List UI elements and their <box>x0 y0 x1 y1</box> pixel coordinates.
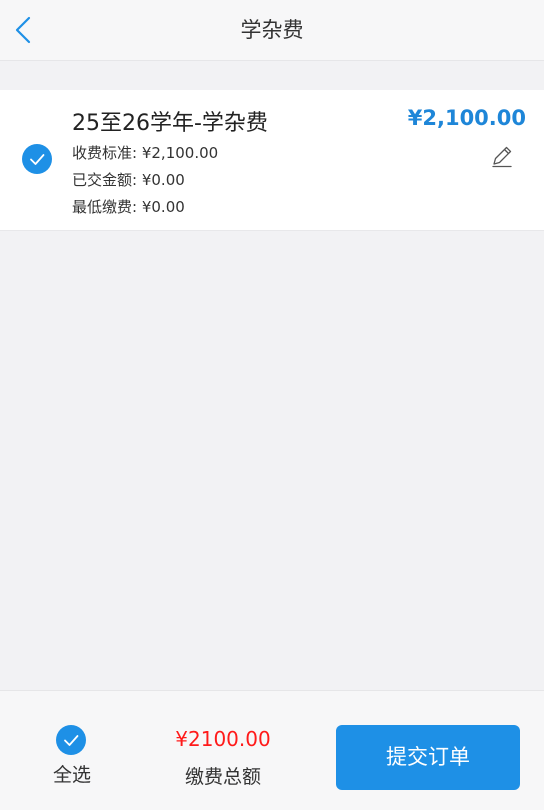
total-amount-label: 缴费总额 <box>184 766 261 788</box>
fee-item-title: 25至26学年-学杂费 <box>72 111 268 136</box>
page-title: 学杂费 <box>240 18 304 42</box>
fee-item-amount: ¥2,100.00 <box>407 106 526 130</box>
fee-standard-value: ¥2,100.00 <box>141 144 219 162</box>
submit-order-button[interactable]: 提交订单 <box>336 725 520 790</box>
fee-item-checkbox[interactable] <box>22 144 52 174</box>
select-all-label[interactable]: 全选 <box>40 760 104 787</box>
min-payment-row: 最低缴费: ¥0.00 <box>72 196 185 217</box>
paid-amount-row: 已交金额: ¥0.00 <box>72 169 185 190</box>
min-payment-value: ¥0.00 <box>141 198 185 216</box>
paid-amount-value: ¥0.00 <box>141 171 185 189</box>
app-root: 学杂费 25至26学年-学杂费 收费标准: ¥2,100.00 已交金额: ¥0… <box>0 0 544 810</box>
checkmark-icon <box>64 735 79 746</box>
fee-standard-label: 收费标准: <box>72 144 138 162</box>
total-amount: ¥2100.00 <box>175 727 271 751</box>
min-payment-label: 最低缴费: <box>72 198 138 216</box>
select-all-checkbox[interactable] <box>56 725 86 755</box>
fee-standard-row: 收费标准: ¥2,100.00 <box>72 142 218 163</box>
nav-header: 学杂费 <box>0 0 544 61</box>
edit-amount-button[interactable] <box>488 142 516 170</box>
checkmark-icon <box>30 154 45 165</box>
pencil-icon <box>492 146 512 168</box>
paid-amount-label: 已交金额: <box>72 171 138 189</box>
